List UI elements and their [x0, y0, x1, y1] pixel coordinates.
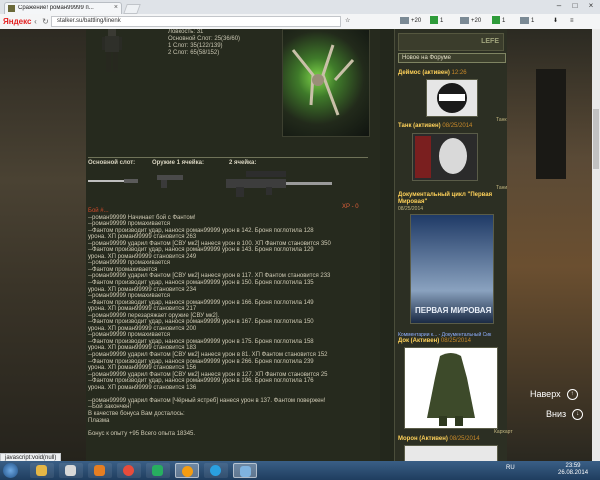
forum-news-header[interactable]: Новое на Форуме [398, 53, 506, 63]
sidebar-small-2: Тани [496, 185, 508, 191]
pistol-icon[interactable] [157, 174, 185, 188]
battle-log-line: --роман99999 ударил Фантом [СВУ мк2] нан… [88, 352, 328, 359]
site-favicon-icon [8, 5, 15, 12]
scroll-up-button[interactable]: Наверх ↑ [530, 389, 578, 401]
forum-post-user-5[interactable]: Морон (Активен) 08/25/2014 [398, 436, 480, 442]
navigation-bar: Яндекс ‹ ↻ stalker.su/battling/linenk ☆ … [0, 14, 600, 30]
forum-post-user-2[interactable]: Танк (активен) 08/25/2014 [398, 123, 472, 129]
taskbar-app-green[interactable] [146, 463, 170, 478]
banner-text: LEFE [481, 38, 499, 45]
menu-icon[interactable]: ≡ [570, 16, 574, 27]
new-tab-button[interactable] [123, 4, 141, 14]
post-time-3: 08/25/2014 [398, 206, 424, 212]
reload-icon[interactable]: ↻ [40, 16, 51, 27]
battle-log-lines: --роман99999 Начинает бой с Фантом! --ром… [88, 215, 370, 438]
stat-line: Ловкость: 31 [168, 29, 204, 35]
character-stats: Ловкость: 31 Основной Слот: 25(36/60) 1 … [168, 29, 240, 57]
arrow-down-icon: ↓ [572, 409, 584, 421]
sidebar-small-3: Кархарт [494, 429, 513, 435]
taskbar-yandex[interactable] [233, 463, 257, 478]
stat-line: 1 Слот: 35(122/139) [168, 43, 223, 49]
toolbar-badge-5[interactable]: 1 [520, 16, 534, 27]
toolbar-badge-2[interactable]: 1 [430, 16, 443, 27]
avatar-4[interactable] [404, 347, 498, 429]
address-bar[interactable]: stalker.su/battling/linenk [51, 16, 341, 27]
weapon-slot-1-label: Оружие 1 ячейка: [152, 160, 204, 166]
taskbar: RU 23:59 26.08.2014 [0, 461, 600, 480]
stat-line: 2 Слот: 65(58/152) [168, 50, 220, 56]
scrollbar-thumb[interactable] [593, 109, 599, 169]
scroll-down-button[interactable]: Вниз ↓ [546, 409, 584, 421]
browser-logo[interactable]: Яндекс [3, 17, 31, 26]
sidebar-banner: LEFE [398, 33, 504, 51]
poster-title: ПЕРВАЯ МИРОВАЯ [415, 306, 492, 315]
stat-line: Основной Слот: 25(36/60) [168, 36, 241, 42]
tab-close-icon[interactable]: × [114, 4, 118, 11]
sniper-rifle-icon[interactable] [226, 169, 332, 197]
taskbar-firefox[interactable] [175, 463, 199, 478]
toolbar-badge-4[interactable]: 1 [492, 16, 505, 27]
arrow-up-icon: ↑ [566, 389, 578, 401]
start-button[interactable] [3, 463, 18, 478]
taskbar-media[interactable] [88, 463, 112, 478]
avatar-5[interactable] [404, 445, 498, 461]
forum-news-title: Новое на Форуме [402, 55, 452, 61]
sidebar-small-1: Танк [496, 117, 507, 123]
knife-icon[interactable] [88, 179, 138, 183]
page-viewport: Ловкость: 31 Основной Слот: 25(36/60) 1 … [0, 29, 600, 461]
tab-title: Сражение! роман99999 п... [18, 5, 94, 11]
toolbar-badge-3[interactable]: +20 [460, 16, 481, 27]
tab-bar: Сражение! роман99999 п... × – □ × [0, 0, 600, 14]
forum-post-user-4[interactable]: Док (Активен) 08/25/2014 [398, 338, 471, 344]
character-portrait [102, 29, 122, 72]
avatar-1[interactable] [426, 79, 478, 117]
page-scrollbar[interactable] [592, 29, 600, 461]
minimize-button[interactable]: – [552, 1, 566, 11]
browser-tab[interactable]: Сражение! роман99999 п... × [4, 2, 122, 14]
star-icon[interactable]: ☆ [345, 16, 350, 27]
address-text: stalker.su/battling/linenk [57, 18, 121, 24]
maximize-button[interactable]: □ [568, 1, 582, 11]
download-icon[interactable]: ⬇ [553, 16, 558, 27]
enemy-portrait [282, 29, 370, 137]
clock[interactable]: 23:59 26.08.2014 [558, 463, 588, 477]
battle-log-line: Бонус к опыту +95 Всего опыта 18345. [88, 430, 196, 437]
toolbar-badge-1[interactable]: +20 [400, 16, 421, 27]
taskbar-explorer-2[interactable] [59, 463, 83, 478]
main-slot-label: Основной слот: [88, 160, 136, 166]
weapon-slot-2-label: 2 ячейка: [229, 160, 257, 166]
background-art-left [0, 29, 86, 461]
poster-image[interactable]: ПЕРВАЯ МИРОВАЯ [410, 214, 494, 324]
close-window-button[interactable]: × [584, 1, 598, 11]
taskbar-explorer[interactable] [30, 463, 54, 478]
battle-log: Бой #... --роман99999 Начинает бой с Фант… [88, 208, 370, 437]
language-indicator[interactable]: RU [506, 465, 515, 471]
forum-post-user-3[interactable]: Документальный цикл "Первая Мировая" [398, 192, 498, 206]
section-divider [88, 157, 368, 158]
forum-post-user-1[interactable]: Деймос (активен) 12:26 [398, 70, 467, 76]
taskbar-skype[interactable] [204, 463, 228, 478]
taskbar-chrome[interactable] [117, 463, 141, 478]
anomaly-figure [291, 44, 355, 116]
avatar-2[interactable] [412, 133, 478, 181]
